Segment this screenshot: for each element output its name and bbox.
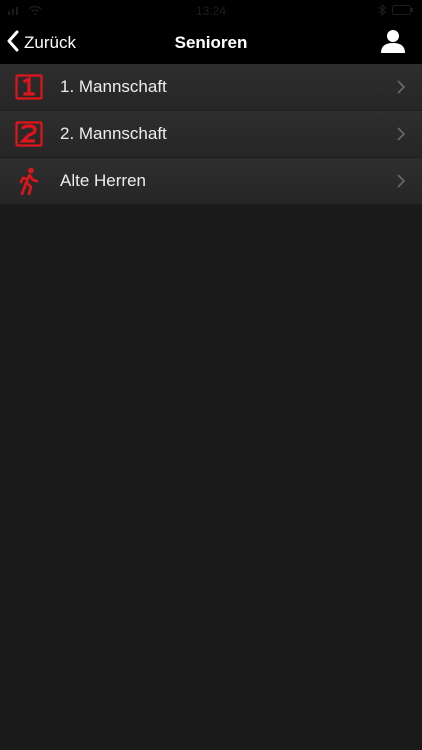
list-item-label: Alte Herren	[60, 171, 146, 190]
number-one-icon	[14, 72, 44, 102]
walking-person-icon	[14, 166, 44, 196]
list-item-second-team[interactable]: 2. Mannschaft	[0, 111, 422, 158]
status-time: 13:24	[195, 4, 227, 18]
chevron-right-icon	[394, 126, 408, 142]
team-list: 1. Mannschaft 2. Mannschaft Alte Herren	[0, 64, 422, 205]
list-item-label: 2. Mannschaft	[60, 124, 167, 143]
list-item-veterans[interactable]: Alte Herren	[0, 158, 422, 205]
list-item-first-team[interactable]: 1. Mannschaft	[0, 64, 422, 111]
chevron-right-icon	[394, 173, 408, 189]
person-icon	[380, 29, 406, 58]
content-area: 1. Mannschaft 2. Mannschaft Alte Herren	[0, 64, 422, 750]
number-two-icon	[14, 119, 44, 149]
back-label: Zurück	[24, 33, 76, 52]
profile-button[interactable]	[378, 28, 408, 58]
status-bar: 13:24	[0, 0, 422, 22]
chevron-right-icon	[394, 79, 408, 95]
navigation-bar: Zurück Senioren	[0, 22, 422, 64]
back-button[interactable]: Zurück	[6, 22, 76, 64]
chevron-left-icon	[6, 30, 20, 57]
list-item-label: 1. Mannschaft	[60, 77, 167, 96]
